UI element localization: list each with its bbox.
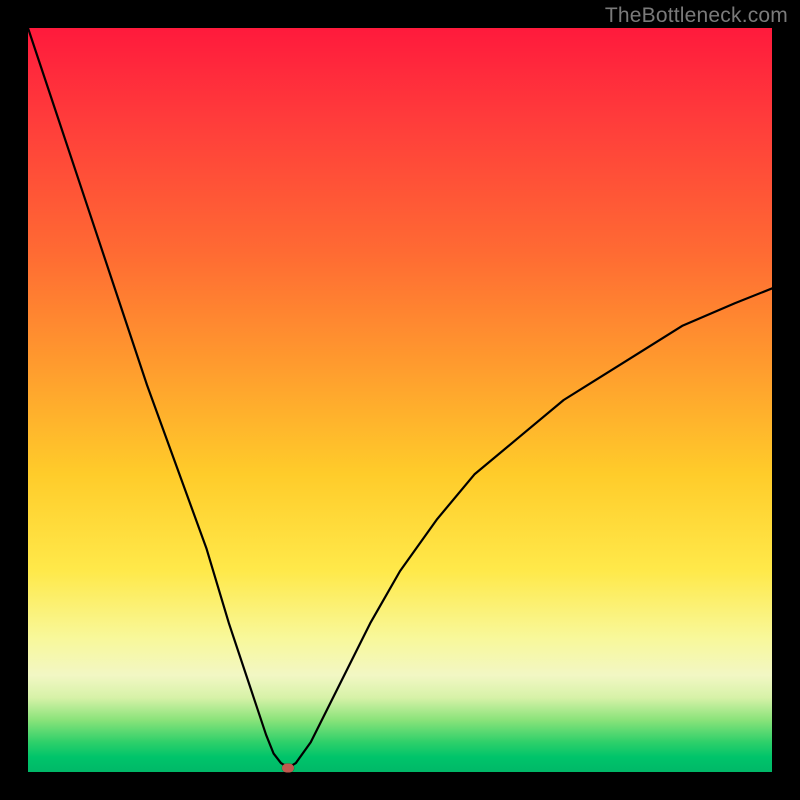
plot-area [28, 28, 772, 772]
watermark-text: TheBottleneck.com [605, 4, 788, 28]
chart-frame: TheBottleneck.com [0, 0, 800, 800]
optimal-point-marker [282, 763, 294, 772]
bottleneck-curve [28, 28, 772, 772]
